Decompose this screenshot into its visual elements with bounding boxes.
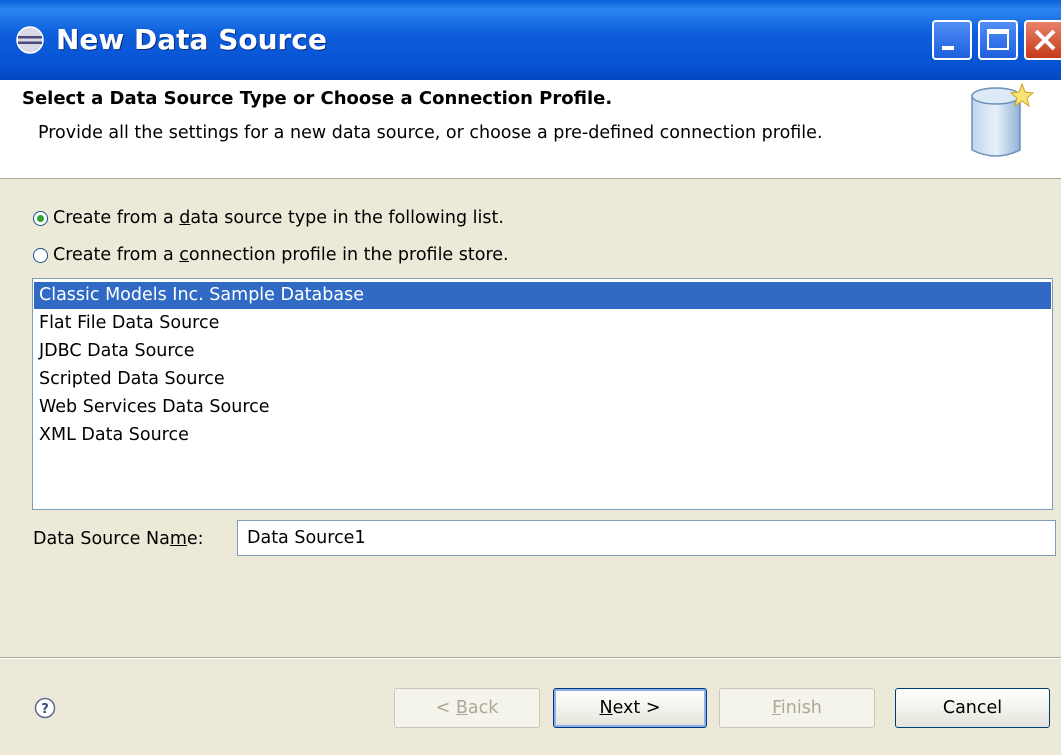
title-bar[interactable]: New Data Source (0, 0, 1061, 80)
radio-button[interactable] (33, 247, 48, 263)
page-title: Select a Data Source Type or Choose a Co… (22, 88, 613, 109)
list-item[interactable]: JDBC Data Source (34, 338, 1051, 365)
data-source-type-list[interactable]: Classic Models Inc. Sample Database Flat… (32, 278, 1053, 510)
database-icon (971, 82, 1035, 157)
radio-from-profile[interactable]: Create from a connection profile in the … (33, 242, 509, 268)
data-source-name-label: Data Source Name: (33, 529, 204, 549)
radio-label: Create from a connection profile in the … (53, 245, 509, 265)
finish-button[interactable]: Finish (719, 688, 875, 728)
close-button[interactable] (1024, 20, 1061, 60)
page-description: Provide all the settings for a new data … (38, 123, 823, 143)
radio-from-type[interactable]: Create from a data source type in the fo… (33, 205, 504, 231)
maximize-icon (987, 29, 1009, 50)
list-item[interactable]: Classic Models Inc. Sample Database (34, 282, 1051, 309)
svg-text:?: ? (41, 702, 49, 717)
radio-button[interactable] (33, 210, 48, 226)
eclipse-icon (16, 26, 44, 54)
list-item[interactable]: XML Data Source (34, 422, 1051, 449)
minimize-icon (942, 46, 954, 50)
minimize-button[interactable] (932, 20, 972, 60)
window-title: New Data Source (56, 23, 327, 56)
data-source-name-field[interactable] (237, 520, 1056, 556)
close-icon (1034, 29, 1056, 51)
help-icon[interactable]: ? (34, 697, 56, 719)
list-item[interactable]: Scripted Data Source (34, 366, 1051, 393)
list-item[interactable]: Flat File Data Source (34, 310, 1051, 337)
button-bar-separator-highlight (0, 658, 1061, 659)
radio-label: Create from a data source type in the fo… (53, 208, 504, 228)
next-button[interactable]: Next > (553, 688, 707, 728)
list-item[interactable]: Web Services Data Source (34, 394, 1051, 421)
back-button[interactable]: < Back (394, 688, 540, 728)
cancel-button[interactable]: Cancel (895, 688, 1050, 728)
maximize-button[interactable] (978, 20, 1018, 60)
